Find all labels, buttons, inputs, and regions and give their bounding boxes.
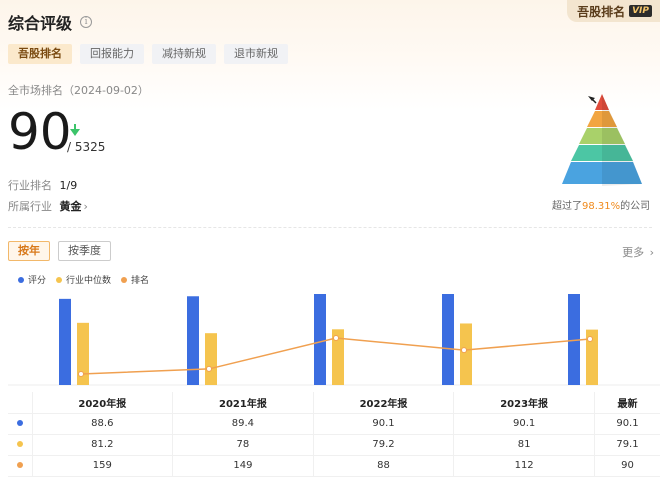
table-header: 最新 <box>593 392 660 414</box>
vip-badge-label: 吾股排名 <box>577 4 626 19</box>
table-header: 2023年报 <box>453 392 595 414</box>
table-cell: 149 <box>172 455 314 477</box>
industry-rank: 行业排名 1/9 <box>8 177 77 193</box>
table-row-median: 81.2 78 79.2 81 79.1 <box>8 434 660 456</box>
table-cell: 90.1 <box>312 413 454 435</box>
more-link[interactable]: 更多 › <box>622 244 654 260</box>
score-bar <box>314 294 326 385</box>
table-cell: 88.6 <box>31 413 173 435</box>
table-cell: 79.2 <box>312 434 454 456</box>
median-dot <box>16 441 23 447</box>
table-header: 2021年报 <box>172 392 314 414</box>
rank-point <box>461 347 467 354</box>
legend-dot <box>121 276 128 283</box>
table-row-score: 88.6 89.4 90.1 90.1 90.1 <box>8 413 660 435</box>
table-header-blank <box>8 392 32 414</box>
chart-legend: 评分 行业中位数 排名 <box>18 273 149 286</box>
table-header: 2022年报 <box>312 392 454 414</box>
score-bar <box>187 296 199 385</box>
tab-delisting-rules[interactable]: 退市新规 <box>224 44 288 64</box>
table-cell: 88 <box>312 455 454 477</box>
score-bar <box>59 298 71 385</box>
rating-table: 2020年报 2021年报 2022年报 2023年报 最新 88.6 89.4… <box>8 392 660 477</box>
legend-label: 排名 <box>131 276 150 286</box>
rank-dot <box>16 462 23 468</box>
rank-point <box>333 335 339 341</box>
table-cell: 81 <box>453 434 595 456</box>
market-rank-label: 全市场排名（2024-09-02） <box>8 84 149 97</box>
score-bar <box>442 294 454 385</box>
exceed-percent: 98.31% <box>582 201 621 212</box>
table-cell: 159 <box>31 455 173 477</box>
table-cell: 90.1 <box>453 413 595 435</box>
legend-item-rank[interactable]: 排名 <box>121 273 149 286</box>
exceed-prefix: 超过了 <box>552 201 582 212</box>
rank-point <box>78 371 84 377</box>
legend-label: 评分 <box>28 276 47 286</box>
table-cell: 89.4 <box>172 413 314 435</box>
industry-value: 黄金 <box>59 200 82 213</box>
period-tabs: 按年 按季度 <box>8 241 111 261</box>
table-cell: 81.2 <box>31 434 173 456</box>
table-cell: 79.1 <box>593 434 660 456</box>
market-total: / 5325 <box>67 140 106 154</box>
legend-item-median[interactable]: 行业中位数 <box>56 273 111 286</box>
tab-by-quarter[interactable]: 按季度 <box>58 241 111 261</box>
legend-item-score[interactable]: 评分 <box>18 273 46 286</box>
info-icon[interactable]: i <box>80 16 93 28</box>
table-cell: 90 <box>593 455 660 477</box>
rating-chart <box>8 294 660 386</box>
tab-reduction-rules[interactable]: 减持新规 <box>152 44 216 64</box>
row-marker <box>8 434 32 456</box>
industry-label: 所属行业 <box>8 200 52 213</box>
industry-rank-value: 1/9 <box>59 179 78 192</box>
pyramid-icon <box>562 94 642 186</box>
legend-dot <box>18 276 24 283</box>
score-dot <box>16 420 23 426</box>
rank-point <box>206 365 212 372</box>
table-cell: 78 <box>172 434 314 456</box>
page-title: 综合评级 <box>8 14 73 33</box>
divider <box>8 227 652 228</box>
market-rank-value: 90 <box>8 103 72 161</box>
industry-rank-label: 行业排名 <box>8 179 52 192</box>
legend-label: 行业中位数 <box>66 276 112 286</box>
exceed-suffix: 的公司 <box>620 201 651 212</box>
vip-tag: VIP <box>629 5 652 17</box>
top-tabs: 吾股排名 回报能力 减持新规 退市新规 <box>8 44 288 64</box>
table-header: 2020年报 <box>31 392 173 414</box>
table-row-rank: 159 149 88 112 90 <box>8 455 660 477</box>
more-label: 更多 <box>622 246 645 259</box>
tab-wugu-rank[interactable]: 吾股排名 <box>8 44 72 64</box>
row-marker <box>8 455 32 477</box>
median-bar <box>205 333 217 385</box>
median-bar <box>460 323 472 385</box>
industry-link[interactable]: 所属行业 黄金 › <box>8 198 88 214</box>
rank-point <box>587 336 593 343</box>
table-cell: 112 <box>453 455 595 477</box>
chevron-right-icon: › <box>646 246 654 259</box>
tab-return-ability[interactable]: 回报能力 <box>80 44 144 64</box>
table-header-row: 2020年报 2021年报 2022年报 2023年报 最新 <box>8 392 660 414</box>
chevron-right-icon: › <box>83 200 88 213</box>
table-cell: 90.1 <box>593 413 660 435</box>
row-marker <box>8 413 32 435</box>
exceed-text: 超过了98.31%的公司 <box>552 197 650 212</box>
tab-by-year[interactable]: 按年 <box>8 241 50 261</box>
vip-rank-badge[interactable]: 吾股排名 VIP <box>567 0 660 22</box>
down-arrow-icon <box>70 124 80 136</box>
legend-dot <box>56 276 63 283</box>
title-row: 综合评级 i <box>8 10 93 34</box>
